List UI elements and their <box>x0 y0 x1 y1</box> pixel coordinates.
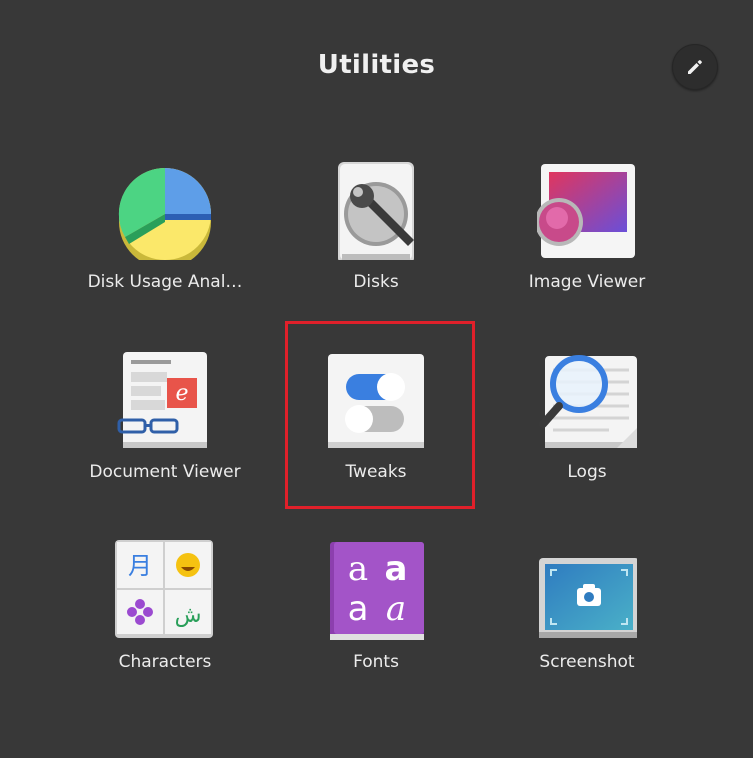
app-label: Disk Usage Anal… <box>87 272 243 292</box>
svg-text:a: a <box>348 549 368 589</box>
svg-text:月: 月 <box>128 552 152 580</box>
screenshot-icon <box>539 558 637 638</box>
app-image-viewer[interactable]: Image Viewer <box>497 150 677 330</box>
app-fonts[interactable]: a a a a Fonts <box>286 530 466 710</box>
app-label: Fonts <box>353 652 399 672</box>
svg-text:e: e <box>175 381 188 406</box>
disk-usage-analyzer-icon <box>118 167 211 260</box>
edit-folder-button[interactable] <box>672 44 718 90</box>
app-document-viewer[interactable]: e Document Viewer <box>75 340 255 520</box>
app-disk-usage-analyzer[interactable]: Disk Usage Anal… <box>75 150 255 330</box>
app-label: Characters <box>118 652 212 672</box>
image-viewer-icon <box>537 164 635 258</box>
disks-icon <box>338 162 414 260</box>
app-label: Screenshot <box>539 652 635 672</box>
document-viewer-icon: e <box>117 352 207 448</box>
logs-icon <box>539 355 637 448</box>
characters-icon: 月 ش <box>115 540 213 638</box>
app-label: Document Viewer <box>89 462 241 482</box>
app-logs[interactable]: Logs <box>497 340 677 520</box>
app-screenshot[interactable]: Screenshot <box>497 530 677 710</box>
app-label: Logs <box>567 462 607 482</box>
svg-text:ش: ش <box>175 603 202 628</box>
app-label: Image Viewer <box>528 272 646 292</box>
selection-highlight-box <box>285 321 475 509</box>
pencil-icon <box>688 60 702 74</box>
app-label: Disks <box>353 272 399 292</box>
folder-title: Utilities <box>317 50 436 80</box>
app-disks[interactable]: Disks <box>286 150 466 330</box>
svg-text:a: a <box>348 589 369 629</box>
app-characters[interactable]: 月 ش Characters <box>75 530 255 710</box>
fonts-icon: a a a a <box>330 542 424 640</box>
svg-text:a: a <box>385 549 408 589</box>
svg-text:a: a <box>386 589 406 629</box>
